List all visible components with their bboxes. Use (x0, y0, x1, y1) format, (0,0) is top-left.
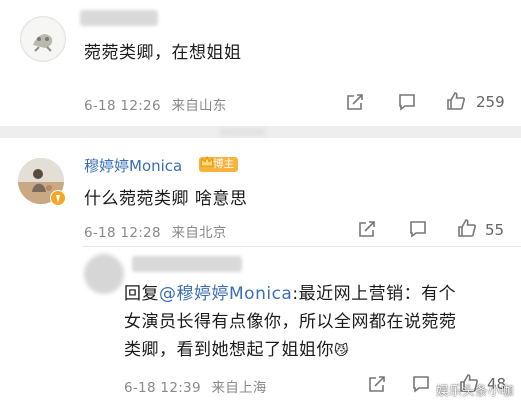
reply-date: 6-18 12:39 (124, 380, 201, 396)
share-icon[interactable] (345, 92, 365, 112)
section-divider (0, 126, 521, 138)
replier-name-redacted[interactable] (132, 256, 242, 272)
reply-text: 回复@穆婷婷Monica:最近网上营销：有个 女演员长得有点像你，所以全网都在说… (124, 280, 504, 365)
blogger-badge: 博主 (199, 155, 238, 174)
reply-line-2: 女演员长得有点像你，所以全网都在说菀菀 (124, 312, 457, 332)
comment-location: 来自北京 (171, 225, 227, 241)
reply-mention-link[interactable]: @穆婷婷Monica (159, 284, 292, 304)
comment-date: 6-18 12:26 (84, 98, 161, 114)
comment-meta: 6-18 12:26 来自山东 (84, 94, 227, 114)
reply-meta: 6-18 12:39 来自上海 (124, 376, 267, 396)
reply-location: 来自上海 (211, 380, 267, 396)
comment-date: 6-18 12:28 (84, 225, 161, 241)
like-icon[interactable] (456, 217, 478, 239)
comment-text: 什么菀菀类卿 啥意思 (84, 189, 248, 209)
reply-text-part3: 类卿，看到她想起了姐姐你 (124, 340, 334, 360)
comment-meta: 6-18 12:28 来自北京 (84, 221, 227, 241)
reply-divider (82, 246, 521, 247)
share-icon[interactable] (367, 374, 387, 394)
commenter-avatar[interactable] (20, 16, 66, 62)
comment-location: 来自山东 (171, 98, 227, 114)
commenter-name-redacted[interactable] (80, 10, 158, 26)
verified-badge (50, 190, 66, 206)
like-icon[interactable] (445, 90, 467, 112)
comment-icon[interactable] (397, 92, 417, 112)
blogger-username[interactable]: 穆婷婷Monica (84, 155, 182, 176)
reply-text-part1: :最近网上营销：有个 (292, 284, 457, 304)
like-count: 259 (476, 93, 505, 111)
reply-line-1: 回复@穆婷婷Monica:最近网上营销：有个 (124, 280, 504, 308)
like-count: 55 (485, 221, 505, 239)
reply-prefix: 回复 (124, 284, 159, 304)
badge-label: 博主 (213, 158, 234, 170)
reply-line-3: 类卿，看到她想起了姐姐你😼 (124, 336, 504, 365)
cat-emoji-icon: 😼 (334, 343, 350, 359)
comment-icon[interactable] (408, 219, 428, 239)
watermark-text: 娱乐头条小咖 (436, 383, 515, 398)
share-icon[interactable] (357, 219, 377, 239)
replier-avatar[interactable] (84, 254, 124, 294)
crown-icon (200, 155, 214, 174)
comment-icon[interactable] (411, 374, 431, 394)
comment-text: 菀菀类卿，在想姐姐 (84, 43, 242, 63)
